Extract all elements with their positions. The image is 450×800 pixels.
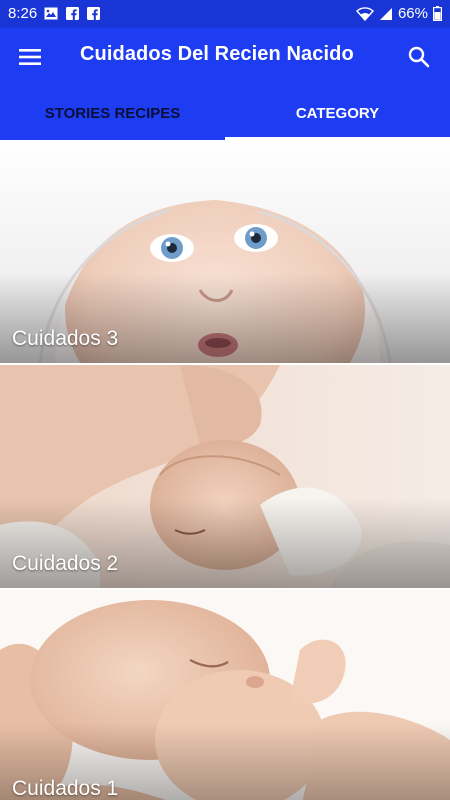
battery-percent: 66% xyxy=(397,5,428,22)
card-title: Cuidados 3 xyxy=(12,327,119,350)
category-list: Cuidados 3 Cuidados 2 Cuidados 1 xyxy=(0,140,450,800)
tab-category[interactable]: CATEGORY xyxy=(225,86,450,140)
status-bar: 8:26 66% xyxy=(0,0,450,28)
app-title: Cuidados Del Recien Nacido xyxy=(80,43,354,65)
search-icon xyxy=(408,46,430,68)
category-card[interactable]: Cuidados 2 xyxy=(0,365,450,588)
battery-icon xyxy=(433,6,442,21)
app-bar: Cuidados Del Recien Nacido xyxy=(0,28,450,86)
tab-label: CATEGORY xyxy=(295,104,380,122)
hamburger-menu-icon xyxy=(19,49,41,65)
search-button[interactable] xyxy=(404,42,434,72)
tab-stories-recipes[interactable]: STORIES RECIPES xyxy=(0,86,225,140)
signal-icon xyxy=(379,7,393,21)
status-left: 8:26 xyxy=(8,5,100,22)
status-time: 8:26 xyxy=(8,5,38,22)
app-screen: 8:26 66% Cuidados Del Recien Nacido STOR… xyxy=(0,0,450,800)
category-card[interactable]: Cuidados 3 xyxy=(0,140,450,363)
menu-button[interactable] xyxy=(14,42,46,72)
tab-bar: STORIES RECIPES CATEGORY xyxy=(0,86,450,140)
facebook-icon xyxy=(86,7,100,21)
card-title: Cuidados 1 xyxy=(12,777,119,800)
wifi-icon xyxy=(355,6,374,21)
card-title: Cuidados 2 xyxy=(12,552,119,575)
status-right: 66% xyxy=(355,5,442,22)
image-icon xyxy=(44,7,58,21)
facebook-icon xyxy=(65,7,79,21)
category-card[interactable]: Cuidados 1 xyxy=(0,590,450,800)
tab-label: STORIES RECIPES xyxy=(44,104,181,122)
